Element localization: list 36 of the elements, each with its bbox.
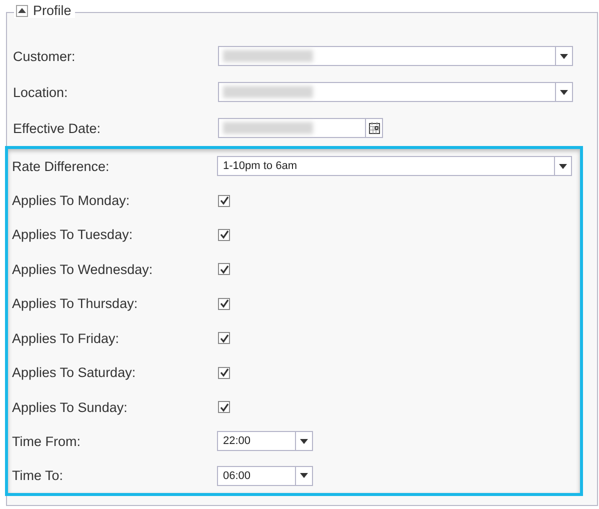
checkbox[interactable]	[218, 228, 230, 241]
field-label: Applies To Monday:	[12, 193, 131, 208]
calendar-button[interactable]	[365, 119, 382, 137]
checkbox[interactable]	[218, 366, 230, 379]
field-label: Applies To Thursday:	[12, 296, 139, 312]
caret-icon	[300, 473, 308, 478]
field-label: Applies To Friday:	[12, 330, 120, 346]
caret-icon	[560, 54, 568, 58]
dropdown-field[interactable]	[218, 46, 573, 66]
field-label: Customer:	[13, 48, 76, 64]
checkbox[interactable]	[218, 298, 230, 310]
checkbox[interactable]	[218, 332, 230, 344]
checkbox[interactable]	[218, 401, 230, 414]
field-label: Applies To Tuesday:	[12, 227, 134, 242]
caret-icon	[559, 164, 567, 169]
field-label: Location:	[13, 84, 69, 100]
date-field[interactable]	[218, 118, 383, 138]
field-label: Effective Date:	[13, 120, 102, 136]
field-label: Time To:	[12, 468, 64, 484]
time-field[interactable]: 06:00	[217, 466, 313, 486]
dropdown-field[interactable]	[218, 82, 573, 102]
calendar-icon	[368, 122, 380, 134]
checkbox[interactable]	[218, 194, 230, 207]
checkbox[interactable]	[218, 263, 230, 276]
caret-icon	[300, 438, 308, 444]
field-label: Time From:	[12, 434, 82, 449]
caret-icon	[560, 90, 568, 94]
dropdown-field[interactable]: 1-10pm to 6am	[217, 156, 572, 176]
field-label: Rate Difference:	[12, 158, 110, 174]
field-label: Applies To Sunday:	[12, 400, 128, 415]
field-label: Applies To Wednesday:	[12, 262, 154, 277]
section-title: Profile	[33, 3, 72, 18]
time-field[interactable]: 22:00	[217, 431, 313, 452]
field-label: Applies To Saturday:	[12, 365, 137, 380]
triangle-icon	[18, 8, 26, 13]
collapse-button[interactable]	[16, 4, 28, 16]
